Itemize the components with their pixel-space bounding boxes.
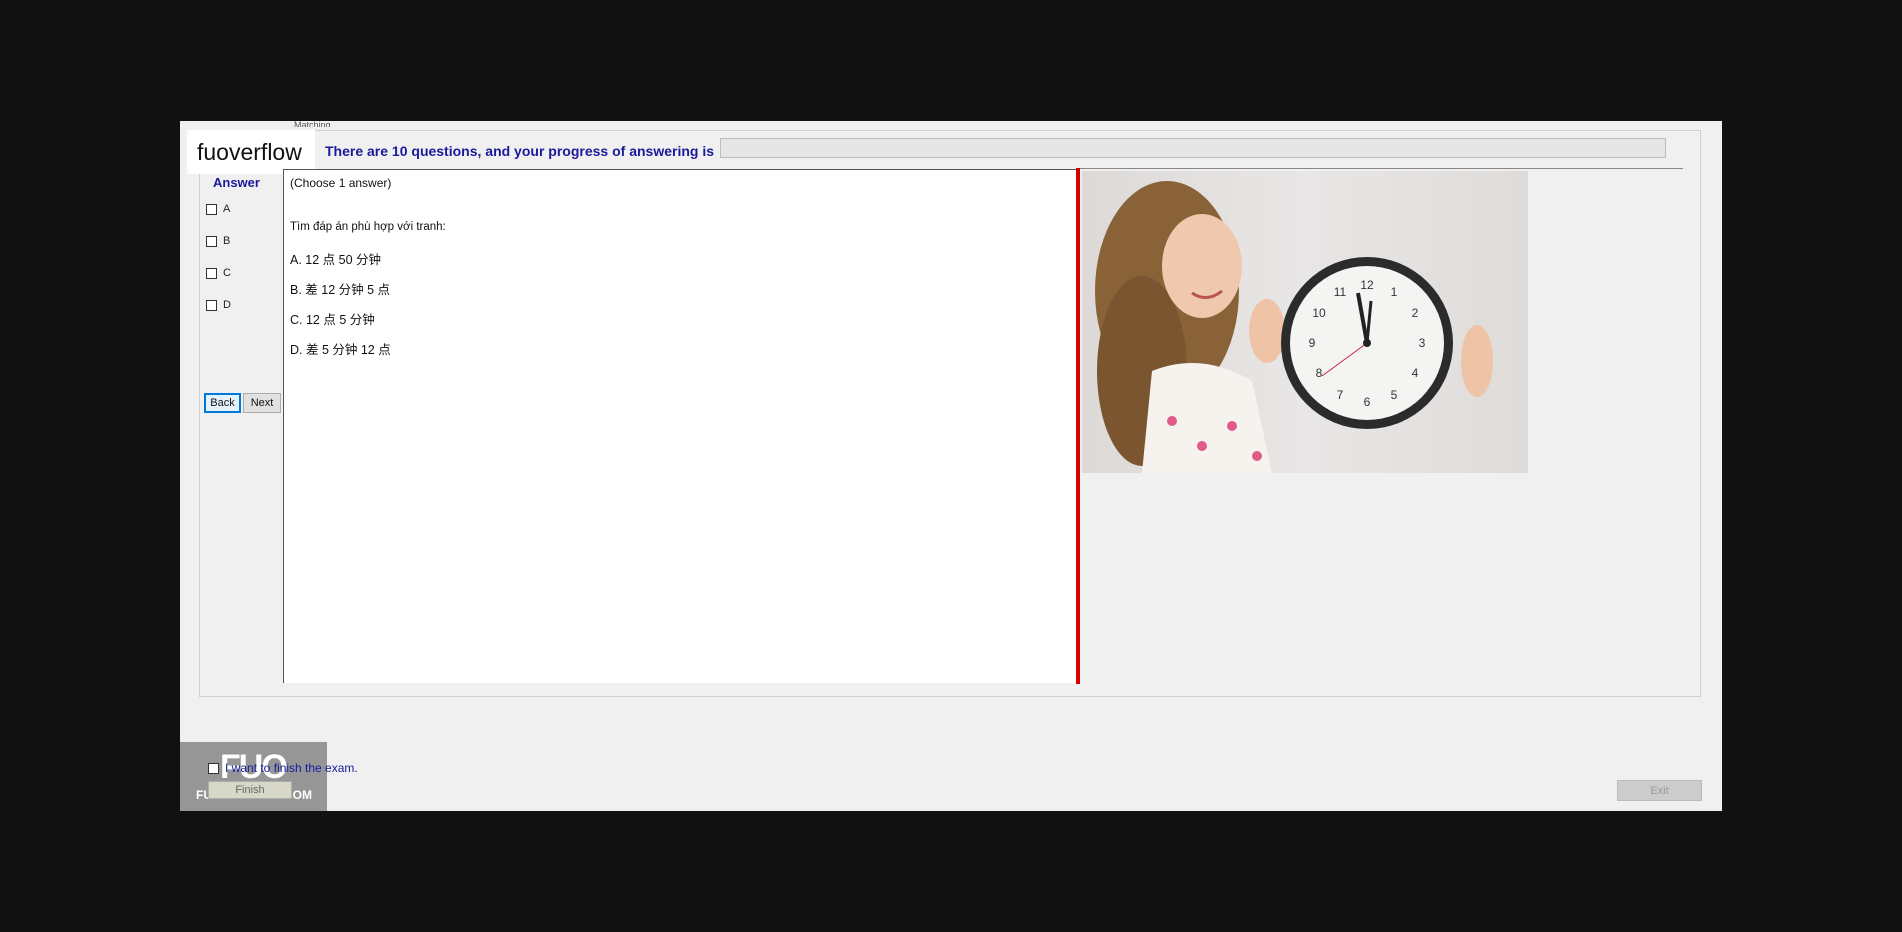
- svg-text:8: 8: [1316, 366, 1323, 380]
- svg-text:3: 3: [1419, 336, 1426, 350]
- svg-text:2: 2: [1412, 306, 1419, 320]
- back-button[interactable]: Back: [204, 393, 241, 413]
- checkbox-b[interactable]: [206, 235, 217, 247]
- answer-option-a[interactable]: A: [206, 203, 230, 215]
- fuoverflow-watermark: fuoverflow: [187, 130, 315, 174]
- answer-option-d[interactable]: D: [206, 299, 231, 311]
- question-option-c: C. 12 点 5 分钟: [290, 313, 375, 327]
- answer-option-b[interactable]: B: [206, 235, 230, 247]
- svg-text:9: 9: [1309, 336, 1316, 350]
- fuoverflow-logo-watermark: FUO FUOVERFLOW.COM: [180, 742, 327, 811]
- image-pane: 12 1 2 3 4 5 6 7 8 9 10 11: [1080, 168, 1683, 683]
- svg-text:1: 1: [1391, 285, 1398, 299]
- answer-option-label: A: [223, 203, 231, 215]
- question-image: 12 1 2 3 4 5 6 7 8 9 10 11: [1082, 171, 1528, 473]
- svg-text:7: 7: [1337, 388, 1344, 402]
- question-hint: (Choose 1 answer): [290, 176, 392, 190]
- progress-text: There are 10 questions, and your progres…: [325, 143, 714, 159]
- finish-exam-label: I want to finish the exam.: [225, 761, 358, 775]
- svg-text:11: 11: [1334, 285, 1347, 299]
- checkbox-a[interactable]: [206, 203, 217, 215]
- exam-window: Matching fuoverflow There are 10 questio…: [180, 121, 1722, 811]
- svg-text:4: 4: [1412, 366, 1419, 380]
- checkbox-d[interactable]: [206, 299, 217, 311]
- svg-text:6: 6: [1364, 395, 1371, 409]
- svg-text:10: 10: [1312, 306, 1326, 320]
- progress-bar: [720, 138, 1666, 158]
- tab-matching[interactable]: Matching: [294, 121, 331, 127]
- checkbox-c[interactable]: [206, 267, 217, 279]
- answer-option-label: B: [223, 235, 231, 247]
- svg-text:12: 12: [1360, 278, 1374, 292]
- next-button[interactable]: Next: [243, 393, 281, 413]
- question-option-d: D. 差 5 分钟 12 点: [290, 343, 391, 357]
- girl-with-clock-illustration: 12 1 2 3 4 5 6 7 8 9 10 11: [1095, 181, 1493, 473]
- svg-text:5: 5: [1391, 388, 1398, 402]
- finish-button[interactable]: Finish: [208, 781, 292, 799]
- finish-exam-option[interactable]: I want to finish the exam.: [208, 761, 358, 775]
- question-option-b: B. 差 12 分钟 5 点: [290, 283, 391, 297]
- answer-option-label: C: [223, 267, 231, 279]
- question-prompt: Tìm đáp án phù hợp với tranh:: [290, 221, 446, 233]
- question-option-a: A. 12 点 50 分钟: [290, 253, 382, 267]
- answer-option-label: D: [223, 299, 231, 311]
- question-text-area[interactable]: (Choose 1 answer) Tìm đáp án phù hợp với…: [283, 169, 1083, 683]
- finish-exam-checkbox[interactable]: [208, 762, 219, 774]
- answer-option-c[interactable]: C: [206, 267, 231, 279]
- answer-title: Answer: [213, 175, 260, 190]
- exit-button[interactable]: Exit: [1617, 780, 1702, 801]
